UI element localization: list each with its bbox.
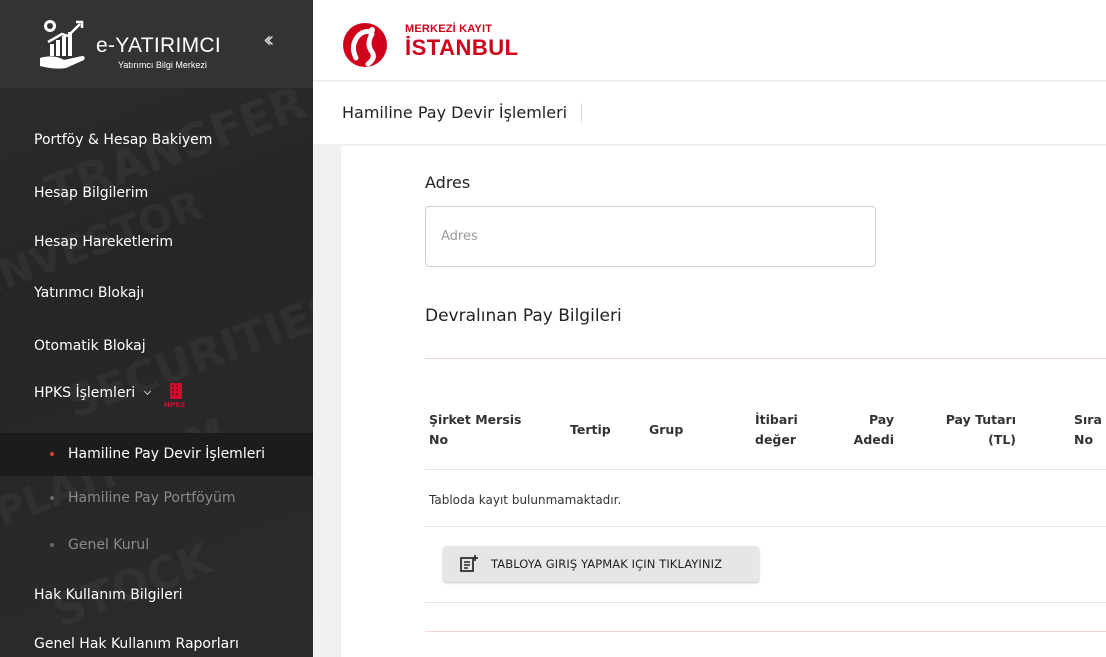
column-header-line1: Pay (868, 412, 894, 427)
hpks-logo-icon: HPKS (160, 381, 190, 409)
column-header-grup[interactable]: Grup (649, 420, 683, 440)
column-header-line1: Pay Tutarı (945, 412, 1016, 427)
main-card: Adres Devralınan Pay Bilgileri Şirket Me… (341, 146, 1106, 657)
section-title: Devralınan Pay Bilgileri (425, 306, 622, 326)
table-divider (425, 631, 1106, 632)
sidebar-subitem-hamiline-pay-portfoyum[interactable]: Hamiline Pay Portföyüm (50, 490, 236, 506)
sidebar-subitem-label: Genel Kurul (68, 537, 150, 553)
sidebar-item-label: HPKS İşlemleri (34, 385, 136, 401)
column-header-line2: No (1074, 432, 1094, 447)
table-divider (425, 469, 1106, 470)
sidebar-item-genel-hak-kullanim[interactable]: Genel Hak Kullanım Raporları (34, 636, 239, 652)
sidebar-subitem-hamiline-pay-devir[interactable]: Hamiline Pay Devir İşlemleri (50, 446, 265, 462)
double-chevron-left-icon[interactable]: ‹‹ (263, 28, 274, 53)
column-header-line1: İtibari (755, 412, 798, 427)
add-table-entry-label: TABLOYA GIRIŞ YAPMAK IÇIN TIKLAYINIZ (491, 557, 723, 571)
column-header-line2: (TL) (988, 432, 1016, 447)
column-header-pay-tutari[interactable]: Pay Tutarı (TL) (938, 410, 1016, 450)
sidebar-logo-area: e-YATIRIMCI Yatırımcı Bilgi Merkezi ‹‹ (0, 0, 313, 88)
sidebar-item-portfoy[interactable]: Portföy & Hesap Bakiyem (34, 132, 212, 148)
column-header-tertip[interactable]: Tertip (570, 420, 611, 440)
sidebar-subitem-genel-kurul[interactable]: Genel Kurul (50, 537, 149, 553)
sidebar-item-hpks[interactable]: HPKS İşlemleri HPKS (34, 381, 190, 409)
section-divider (425, 358, 1106, 359)
column-header-line2: değer (755, 432, 797, 447)
bullet-dot-icon (50, 543, 54, 547)
sidebar-item-hesap-hareketlerim[interactable]: Hesap Hareketlerim (34, 234, 173, 250)
merkezi-kayit-logo-icon (343, 23, 387, 67)
table-divider (425, 602, 1106, 603)
bullet-dot-icon (50, 496, 54, 500)
add-note-icon (460, 555, 478, 572)
app-title: e-YATIRIMCI (96, 34, 222, 57)
sidebar-subitem-label: Hamiline Pay Portföyüm (68, 490, 236, 506)
column-header-line1: Şirket Mersis (429, 412, 522, 427)
sidebar-item-hesap-bilgilerim[interactable]: Hesap Bilgilerim (34, 185, 148, 201)
column-header-itibari-deger[interactable]: İtibari değer (755, 410, 798, 450)
empty-table-message: Tabloda kayıt bulunmamaktadır. (429, 493, 622, 507)
brand-top-text: MERKEZİ KAYIT (405, 23, 493, 35)
column-header-mersis[interactable]: Şirket Mersis No (429, 410, 521, 450)
column-header-sira-no[interactable]: Sıra No (1074, 410, 1102, 450)
column-header-line1: Sıra (1074, 412, 1102, 427)
breadcrumb-bar: Hamiline Pay Devir İşlemleri (313, 82, 1106, 144)
hpks-badge-text: HPKS (164, 401, 185, 409)
sidebar-subitem-label: Hamiline Pay Devir İşlemleri (68, 446, 265, 462)
breadcrumb: Hamiline Pay Devir İşlemleri (342, 103, 583, 122)
top-header: MERKEZİ KAYIT İSTANBUL (313, 0, 1106, 81)
add-table-entry-button[interactable]: TABLOYA GIRIŞ YAPMAK IÇIN TIKLAYINIZ (443, 546, 759, 582)
sidebar-item-hak-kullanim[interactable]: Hak Kullanım Bilgileri (34, 587, 183, 603)
column-header-line2: Adedi (853, 432, 894, 447)
brand-bottom-text: İSTANBUL (405, 35, 519, 60)
adres-input[interactable] (425, 206, 876, 267)
sidebar-item-otomatik-blokaj[interactable]: Otomatik Blokaj (34, 338, 146, 354)
adres-label: Adres (425, 173, 471, 192)
app-subtitle: Yatırımcı Bilgi Merkezi (118, 60, 207, 70)
table-divider (425, 526, 1106, 527)
column-header-line2: No (429, 432, 449, 447)
sidebar: TRANSFER INVESTOR SECURITIES PLATFORM ST… (0, 0, 313, 657)
sidebar-item-yatirimci-blokaji[interactable]: Yatırımcı Blokajı (34, 285, 144, 301)
bullet-dot-icon (50, 452, 54, 456)
investor-logo-icon (40, 20, 85, 69)
chevron-down-icon (144, 387, 152, 396)
column-header-pay-adedi[interactable]: Pay Adedi (846, 410, 894, 450)
